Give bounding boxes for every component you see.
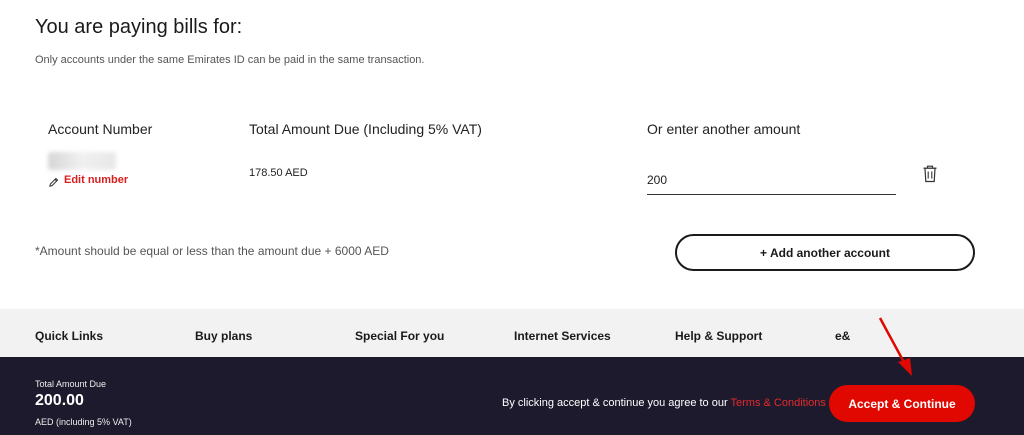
footer-link-help-support[interactable]: Help & Support — [675, 329, 762, 343]
amount-limit-note: *Amount should be equal or less than the… — [35, 244, 389, 258]
consent-text: By clicking accept & continue you agree … — [502, 397, 826, 409]
col-header-account-number: Account Number — [48, 121, 153, 137]
total-amount-due-label: Total Amount Due — [35, 379, 107, 389]
other-amount-input[interactable] — [647, 166, 896, 195]
footer-link-quick-links[interactable]: Quick Links — [35, 329, 103, 343]
footer-link-internet-services[interactable]: Internet Services — [514, 329, 611, 343]
pencil-icon — [48, 175, 59, 187]
trash-icon[interactable] — [922, 165, 938, 183]
total-amount-value: 200.00 — [35, 392, 84, 409]
col-header-other-amount: Or enter another amount — [647, 121, 801, 137]
vat-label: AED (including 5% VAT) — [35, 417, 132, 427]
edit-number-label: Edit number — [64, 174, 129, 186]
terms-conditions-link[interactable]: Terms & Conditions — [731, 397, 826, 409]
checkout-bar: Total Amount Due 200.00 AED (including 5… — [0, 357, 1024, 435]
footer-nav: Quick Links Buy plans Special For you In… — [0, 309, 1024, 357]
footer-link-eand[interactable]: e& — [835, 329, 850, 343]
consent-prefix: By clicking accept & continue you agree … — [502, 397, 731, 409]
edit-number-link[interactable]: Edit number — [48, 174, 129, 187]
account-number-redacted — [48, 152, 116, 170]
amount-due-value: 178.50 AED — [249, 167, 308, 179]
col-header-total-amount-due: Total Amount Due (Including 5% VAT) — [249, 121, 482, 137]
footer-link-buy-plans[interactable]: Buy plans — [195, 329, 252, 343]
page-title: You are paying bills for: — [35, 16, 243, 38]
accept-continue-button[interactable]: Accept & Continue — [829, 385, 975, 422]
add-another-account-button[interactable]: + Add another account — [675, 234, 975, 271]
page-subtitle: Only accounts under the same Emirates ID… — [35, 54, 425, 66]
footer-link-special-for-you[interactable]: Special For you — [355, 329, 444, 343]
